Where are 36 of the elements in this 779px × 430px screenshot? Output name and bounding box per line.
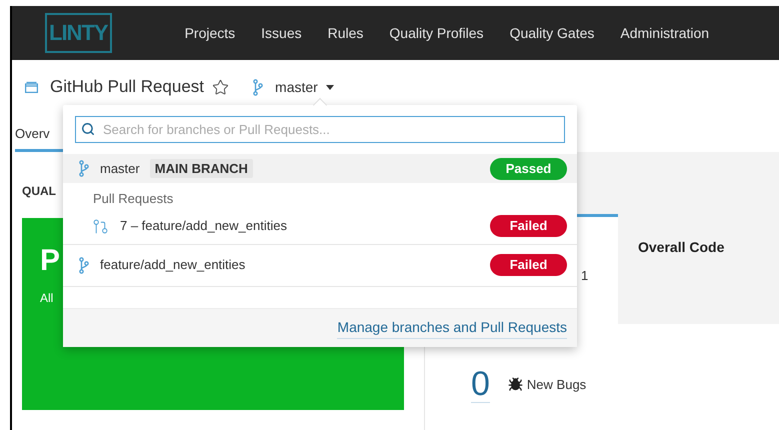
search-field[interactable]: Search for branches or Pull Requests... (75, 116, 565, 143)
branch-icon (79, 160, 89, 177)
status-badge: Failed (490, 254, 567, 276)
search-icon (81, 122, 95, 136)
quality-gate-status: P (40, 243, 62, 279)
branch-item[interactable]: feature/add_new_entities Failed (63, 244, 577, 286)
pull-request-item[interactable]: 7 – feature/add_new_entities Failed (63, 208, 577, 244)
group-heading: Pull Requests (93, 190, 174, 208)
quality-gate-message: All (40, 290, 54, 307)
project-icon (25, 81, 38, 93)
status-badge: Passed (490, 158, 567, 180)
branch-icon (253, 78, 264, 96)
pull-request-name: 7 – feature/add_new_entities (120, 217, 287, 236)
pull-request-icon (92, 218, 109, 234)
section-heading: QUAL (22, 183, 57, 200)
panel-heading: Overall Code (638, 239, 724, 255)
main-branch-badge: MAIN BRANCH (150, 158, 253, 178)
nav-link[interactable]: Quality Profiles (389, 22, 484, 44)
project-title: GitHub Pull Request (50, 76, 204, 98)
favorite-star-icon[interactable] (212, 78, 230, 96)
metric-label: New Bugs (526, 376, 586, 394)
branch-icon (79, 256, 89, 274)
branch-selector[interactable]: master (275, 76, 334, 98)
nav-link[interactable]: Projects (184, 22, 236, 44)
new-bugs-count[interactable]: 0 (471, 366, 490, 403)
branch-item[interactable]: master MAIN BRANCH Passed (63, 154, 577, 183)
nav-link[interactable]: Quality Gates (510, 22, 594, 44)
caret-icon (326, 84, 334, 90)
branch-name: master (100, 160, 140, 178)
status-badge: Failed (490, 215, 567, 237)
nav-link[interactable]: Administration (620, 22, 710, 44)
metric-value: 1 (581, 268, 588, 283)
nav-link[interactable]: Rules (328, 22, 364, 44)
branch-name: feature/add_new_entities (100, 256, 246, 274)
bug-icon (508, 377, 523, 392)
nav-link[interactable]: Issues (261, 22, 302, 44)
